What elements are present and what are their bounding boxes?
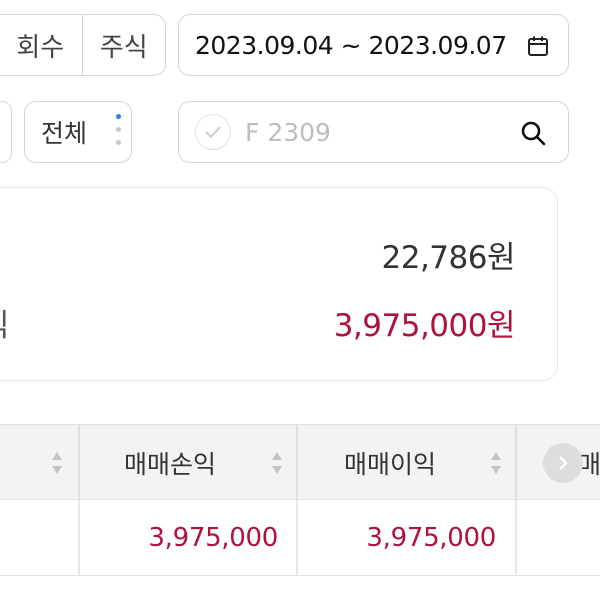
table-header: 매매손익 매매이익 매 <box>0 424 600 501</box>
header-trading-profit[interactable]: 매매이익 <box>298 425 482 501</box>
sort-icon[interactable] <box>50 449 64 477</box>
sort-icon[interactable] <box>270 449 284 477</box>
date-range-picker[interactable]: 2023.09.04 ~ 2023.09.07 <box>178 14 569 76</box>
kebab-icon <box>116 114 122 152</box>
check-icon[interactable] <box>195 114 231 150</box>
header-trading-pnl[interactable]: 매매손익 <box>80 425 260 501</box>
summary-value-1: 22,786원 <box>381 240 516 276</box>
filter-button-partial[interactable] <box>0 101 12 163</box>
segment-option-stock[interactable]: 주식 <box>83 15 166 75</box>
all-filter-dropdown[interactable]: 전체 <box>24 101 132 163</box>
table-row[interactable]: 3,975,000 3,975,000 <box>0 500 600 576</box>
date-range-text: 2023.09.04 ~ 2023.09.07 <box>195 30 507 60</box>
cell-trading-pnl: 3,975,000 <box>148 523 278 553</box>
segment-control: 회수 주식 <box>0 14 166 76</box>
search-field[interactable]: F 2309 <box>178 101 569 163</box>
summary-card: 22,786원 익 3,975,000원 <box>0 187 558 381</box>
chevron-right-icon <box>559 456 568 470</box>
scroll-next-button[interactable] <box>543 443 583 483</box>
cell-trading-profit: 3,975,000 <box>366 523 496 553</box>
segment-option-left[interactable]: 회수 <box>0 15 83 75</box>
sort-icon[interactable] <box>489 449 503 477</box>
summary-value-2: 3,975,000원 <box>333 308 516 344</box>
search-icon[interactable] <box>520 120 546 146</box>
calendar-icon <box>528 36 548 56</box>
search-value: F 2309 <box>245 117 331 147</box>
summary-label-2: 익 <box>0 300 10 345</box>
all-filter-label: 전체 <box>41 119 88 148</box>
